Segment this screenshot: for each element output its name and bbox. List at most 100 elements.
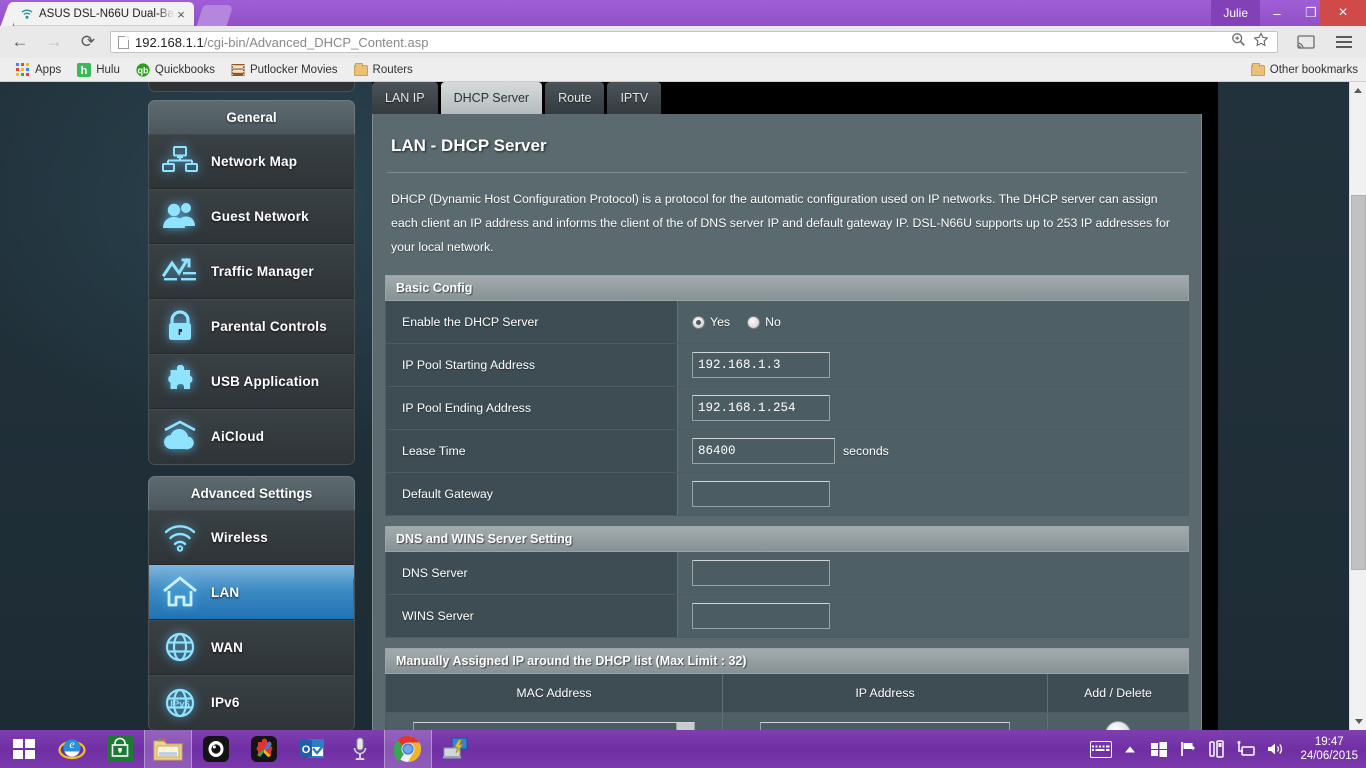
forward-button[interactable]: → [40, 28, 68, 56]
bookmark-label: Hulu [96, 64, 120, 76]
cast-icon[interactable] [1292, 28, 1320, 56]
select-mac-address[interactable] [413, 722, 695, 731]
row-ip-pool-start: IP Pool Starting Address [385, 344, 1189, 387]
tab-route[interactable]: Route [545, 82, 604, 114]
input-lease-time[interactable] [692, 438, 835, 464]
sidebar-item-guest-network[interactable]: Guest Network [149, 189, 354, 244]
outlook-icon[interactable]: O [288, 730, 336, 768]
touch-keyboard-icon[interactable] [1091, 739, 1111, 759]
input-default-gateway[interactable] [692, 481, 830, 507]
windows-store-icon[interactable] [96, 730, 144, 768]
wifi-signal-icon [20, 7, 34, 21]
google-chrome-icon[interactable] [384, 730, 432, 768]
tab-iptv[interactable]: IPTV [607, 82, 661, 114]
sidebar-item-wan[interactable]: WAN [149, 620, 354, 675]
volume-speaker-icon[interactable] [1265, 739, 1285, 759]
bookmark-apps[interactable]: Apps [8, 60, 69, 80]
column-header-add-delete: Add / Delete [1048, 674, 1188, 712]
camera-eye-icon[interactable] [192, 730, 240, 768]
tab-lan-ip[interactable]: LAN IP [372, 82, 438, 114]
sidebar-item-lan[interactable]: LAN [149, 565, 354, 620]
windows-flag-icon[interactable] [1149, 739, 1169, 759]
taskbar-clock[interactable]: 19:47 24/06/2015 [1294, 735, 1358, 763]
usb-device-icon[interactable] [1207, 739, 1227, 759]
value-default-gateway [678, 473, 1188, 515]
back-button[interactable]: ← [6, 28, 34, 56]
bookmark-label: Quickbooks [155, 64, 215, 76]
microphone-icon[interactable] [336, 730, 384, 768]
sidebar-item-network-map[interactable]: Network Map [149, 134, 354, 189]
minimize-button[interactable]: – [1260, 0, 1294, 26]
sidebar-item-label: USB Application [211, 374, 319, 389]
close-window-button[interactable]: × [1320, 0, 1366, 26]
bookmark-putlocker-movies[interactable]: Putlocker Movies [223, 60, 346, 80]
value-ip-pool-end [678, 387, 1188, 429]
radio-no[interactable] [747, 316, 760, 329]
star-icon[interactable] [1253, 32, 1269, 53]
label-dns-server: DNS Server [386, 552, 678, 594]
browser-toolbar: ← → ⟳ 192.168.1.1/cgi-bin/Advanced_DHCP_… [0, 26, 1366, 58]
reload-button[interactable]: ⟳ [74, 28, 102, 56]
globe-icon [161, 629, 199, 665]
other-bookmarks-label: Other bookmarks [1270, 64, 1358, 76]
row-lease-time: Lease Time seconds [385, 430, 1189, 473]
row-default-gateway: Default Gateway [385, 473, 1189, 516]
action-flag-icon[interactable] [1178, 739, 1198, 759]
internet-explorer-icon[interactable]: e [48, 730, 96, 768]
input-ip-pool-start[interactable] [692, 352, 830, 378]
input-ip-pool-end[interactable] [692, 395, 830, 421]
radio-group-enable-dhcp[interactable]: Yes No [692, 315, 793, 329]
bookmark-routers[interactable]: Routers [346, 60, 421, 80]
hulu-icon: h [77, 63, 91, 77]
radio-yes-label: Yes [710, 315, 730, 329]
sidebar-item-label: IPv6 [211, 695, 240, 710]
file-explorer-icon[interactable] [144, 730, 192, 768]
windows-start-icon[interactable] [0, 730, 48, 768]
add-row-button[interactable] [1105, 721, 1131, 731]
url-path: /cgi-bin/Advanced_DHCP_Content.asp [204, 35, 429, 50]
section-header-basic-config: Basic Config [385, 275, 1189, 301]
chevron-down-icon[interactable] [676, 723, 694, 731]
input-dns-server[interactable] [692, 560, 830, 586]
scrollbar-thumb[interactable] [1351, 195, 1366, 570]
radio-yes[interactable] [692, 316, 705, 329]
user-profile-chip[interactable]: Julie [1211, 0, 1260, 26]
address-bar[interactable]: 192.168.1.1/cgi-bin/Advanced_DHCP_Conten… [110, 31, 1278, 53]
scroll-down-button[interactable] [1350, 713, 1366, 730]
house-icon [161, 574, 199, 610]
page-info-icon[interactable] [118, 36, 129, 49]
sidebar-item-ipv6[interactable]: IPv6 IPv6 [149, 675, 354, 730]
other-bookmarks-button[interactable]: Other bookmarks [1251, 63, 1358, 77]
tab-dhcp-server[interactable]: DHCP Server [441, 82, 542, 114]
label-ip-pool-end: IP Pool Ending Address [386, 387, 678, 429]
bookmark-hulu[interactable]: h Hulu [69, 60, 128, 80]
section-spacer [385, 516, 1189, 526]
lease-time-unit: seconds [843, 444, 889, 458]
film-strip-icon [231, 63, 245, 77]
sidebar-item-wireless[interactable]: Wireless [149, 510, 354, 565]
bookmark-quickbooks[interactable]: qb Quickbooks [128, 60, 223, 80]
page-vertical-scrollbar[interactable] [1349, 82, 1366, 730]
close-tab-icon[interactable]: × [174, 8, 188, 21]
remote-desktop-icon[interactable] [432, 730, 480, 768]
input-wins-server[interactable] [692, 603, 830, 629]
sidebar-group-advanced-settings: Advanced Settings Wireless LAN [148, 476, 355, 730]
sidebar-item-parental-controls[interactable]: Parental Controls [149, 299, 354, 354]
wifi-icon [161, 519, 199, 555]
user-profile-name: Julie [1223, 6, 1248, 20]
sidebar-item-traffic-manager[interactable]: Traffic Manager [149, 244, 354, 299]
show-hidden-icons-chevron[interactable] [1120, 739, 1140, 759]
browser-tab-title: ASUS DSL-N66U Dual-Ban [39, 7, 174, 21]
sidebar-item-usb-application[interactable]: USB Application [149, 354, 354, 409]
sidebar-item-aicloud[interactable]: AiCloud [149, 409, 354, 464]
puzzle-app-icon[interactable] [240, 730, 288, 768]
input-manual-ip-address[interactable] [760, 722, 1010, 731]
network-monitor-icon[interactable] [1236, 739, 1256, 759]
browser-tab[interactable]: ASUS DSL-N66U Dual-Ban × [14, 2, 194, 26]
page-right-margin [1202, 82, 1218, 730]
scroll-up-button[interactable] [1350, 82, 1366, 99]
hamburger-menu-icon[interactable] [1330, 28, 1358, 56]
column-header-ip-address: IP Address [723, 674, 1048, 712]
zoom-search-icon[interactable] [1231, 32, 1246, 52]
new-tab-button[interactable] [197, 5, 234, 26]
